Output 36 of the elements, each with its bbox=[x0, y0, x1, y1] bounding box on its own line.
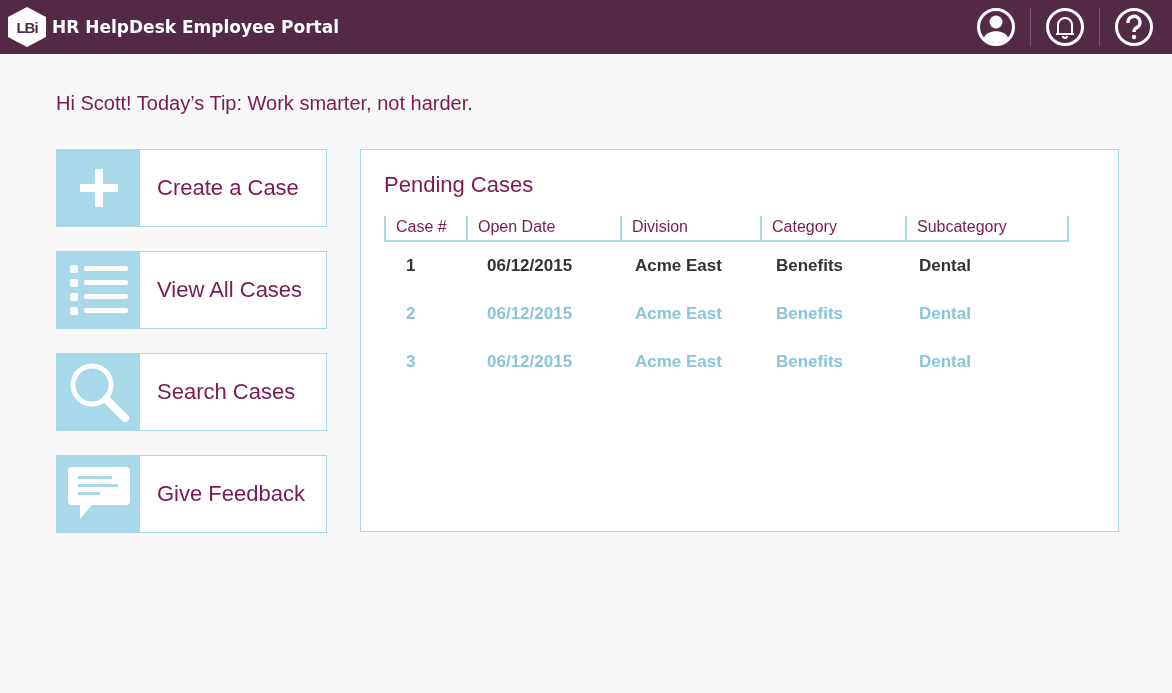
action-button[interactable]: Give Feedback bbox=[56, 455, 327, 533]
table-cell: Acme East bbox=[635, 352, 722, 371]
list-icon bbox=[69, 265, 128, 315]
user-profile-icon[interactable] bbox=[976, 7, 1016, 47]
table-cell: Acme East bbox=[635, 304, 722, 323]
column-header[interactable]: Category bbox=[760, 216, 905, 240]
table-cell: Acme East bbox=[635, 256, 722, 275]
action-button[interactable]: Search Cases bbox=[56, 353, 327, 431]
table-cell: 2 bbox=[406, 304, 416, 323]
table-cell: Dental bbox=[919, 352, 971, 371]
table-cell: 06/12/2015 bbox=[487, 304, 573, 323]
search-icon bbox=[68, 362, 129, 422]
column-header[interactable]: Case # bbox=[384, 216, 466, 240]
table-cell: Benefits bbox=[776, 256, 844, 275]
action-button[interactable]: View All Cases bbox=[56, 251, 327, 329]
table-cell: Dental bbox=[919, 256, 971, 275]
case-row[interactable]: 1 06/12/2015 Acme East Benefits Dental bbox=[384, 242, 1095, 290]
column-header[interactable]: Subcategory bbox=[905, 216, 1069, 240]
table-cell: Benefits bbox=[776, 304, 844, 323]
table-cell: 06/12/2015 bbox=[487, 256, 573, 275]
column-header[interactable]: Division bbox=[620, 216, 760, 240]
app-title: HR HelpDesk Employee Portal bbox=[52, 17, 339, 37]
action-button[interactable]: Create a Case bbox=[56, 149, 327, 227]
panel-title: Pending Cases bbox=[384, 172, 535, 198]
speech-bubble-icon bbox=[67, 467, 130, 521]
notification-bell-icon[interactable] bbox=[1045, 7, 1085, 47]
greeting-text: Hi Scott! Today’s Tip: Work smarter, not harder. bbox=[56, 92, 474, 115]
table-cell: 06/12/2015 bbox=[487, 352, 573, 371]
table-cell: 1 bbox=[406, 256, 416, 275]
table-cell: 3 bbox=[406, 352, 416, 371]
help-icon[interactable] bbox=[1114, 7, 1154, 47]
table-cell: Benefits bbox=[776, 352, 844, 371]
plus-icon bbox=[79, 169, 118, 207]
table-cell: Dental bbox=[919, 304, 971, 323]
logo: LBi bbox=[8, 7, 46, 47]
column-header[interactable]: Open Date bbox=[466, 216, 620, 240]
